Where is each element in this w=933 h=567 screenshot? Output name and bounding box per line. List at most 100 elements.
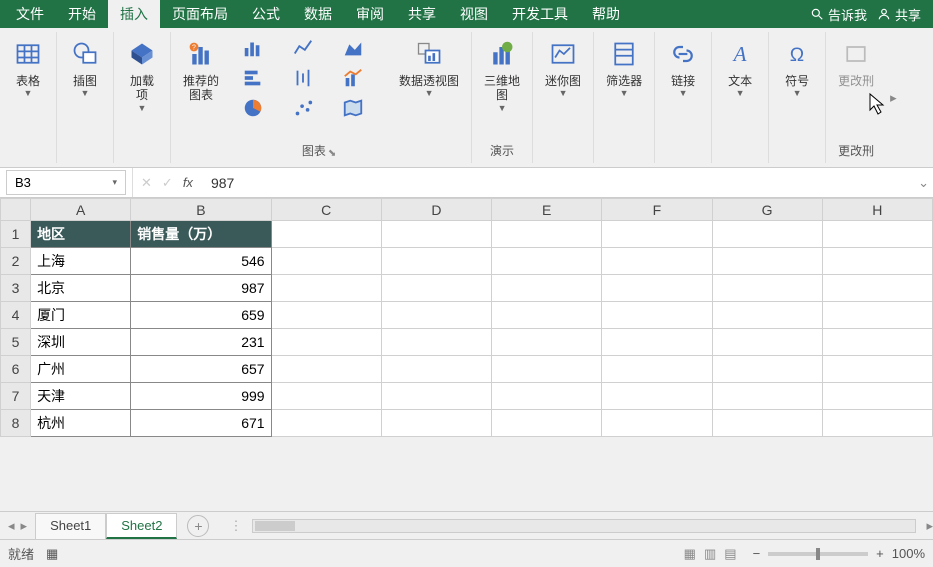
cell[interactable] <box>381 302 491 329</box>
cell[interactable] <box>712 410 822 437</box>
cell[interactable]: 659 <box>131 302 271 329</box>
cell[interactable]: 销售量（万） <box>131 221 271 248</box>
cancel-icon[interactable]: ✕ <box>141 175 152 191</box>
scatter-chart-button[interactable] <box>279 94 327 122</box>
tab-split-icon[interactable]: ⋮ <box>229 518 242 534</box>
illustrations-button[interactable]: 插图 ▼ <box>63 34 107 103</box>
cell[interactable] <box>381 248 491 275</box>
row-header[interactable]: 4 <box>1 302 31 329</box>
cell[interactable] <box>602 383 712 410</box>
menu-tab-5[interactable]: 数据 <box>292 0 344 28</box>
horizontal-scrollbar[interactable] <box>252 519 916 533</box>
col-header-G[interactable]: G <box>712 199 822 221</box>
cell[interactable]: 杭州 <box>31 410 131 437</box>
cell[interactable] <box>492 383 602 410</box>
cell[interactable] <box>712 329 822 356</box>
sheet-tab-Sheet2[interactable]: Sheet2 <box>106 513 177 539</box>
cell[interactable] <box>822 329 932 356</box>
zoom-slider[interactable] <box>768 552 868 556</box>
cell[interactable] <box>271 302 381 329</box>
tab-next-icon[interactable]: ▸ <box>21 518 28 534</box>
page-break-view-icon[interactable]: ▤ <box>724 546 736 562</box>
row-header[interactable]: 1 <box>1 221 31 248</box>
pie-chart-button[interactable] <box>229 94 277 122</box>
cell[interactable]: 987 <box>131 275 271 302</box>
cell[interactable] <box>271 221 381 248</box>
page-layout-view-icon[interactable]: ▥ <box>704 546 716 562</box>
cell[interactable] <box>271 275 381 302</box>
fx-icon[interactable]: fx <box>183 175 193 190</box>
cell[interactable] <box>381 329 491 356</box>
overflow-button[interactable]: 更改刑 <box>832 34 880 92</box>
cell[interactable] <box>271 383 381 410</box>
cell[interactable] <box>381 275 491 302</box>
menu-tab-7[interactable]: 共享 <box>396 0 448 28</box>
combo-chart-button[interactable] <box>329 64 377 92</box>
pivot-chart-button[interactable]: 数据透视图 ▼ <box>393 34 465 103</box>
cell[interactable] <box>271 248 381 275</box>
cell[interactable] <box>712 275 822 302</box>
cell[interactable]: 999 <box>131 383 271 410</box>
menu-tab-0[interactable]: 文件 <box>4 0 56 28</box>
recommended-charts-button[interactable]: ? 推荐的 图表 <box>177 34 225 107</box>
name-box[interactable]: B3 ▾ <box>6 170 126 195</box>
cell[interactable] <box>271 329 381 356</box>
cell[interactable]: 671 <box>131 410 271 437</box>
cell[interactable] <box>602 410 712 437</box>
cell[interactable] <box>492 275 602 302</box>
formula-input[interactable] <box>201 171 914 195</box>
cell[interactable] <box>822 410 932 437</box>
menu-tab-8[interactable]: 视图 <box>448 0 500 28</box>
cell[interactable] <box>712 383 822 410</box>
row-header[interactable]: 5 <box>1 329 31 356</box>
enter-icon[interactable]: ✓ <box>162 175 173 191</box>
cell[interactable] <box>712 302 822 329</box>
links-button[interactable]: 链接 ▼ <box>661 34 705 103</box>
cell[interactable] <box>492 248 602 275</box>
cell[interactable] <box>381 383 491 410</box>
cell[interactable] <box>492 302 602 329</box>
filters-button[interactable]: 筛选器 ▼ <box>600 34 648 103</box>
text-button[interactable]: A 文本 ▼ <box>718 34 762 103</box>
addins-button[interactable]: 加载 项 ▼ <box>120 34 164 118</box>
scroll-right-icon[interactable]: ▸ <box>926 518 933 534</box>
col-header-H[interactable]: H <box>822 199 932 221</box>
cell[interactable]: 天津 <box>31 383 131 410</box>
tell-me[interactable]: 告诉我 <box>810 5 867 24</box>
bar-chart-button[interactable] <box>229 34 277 62</box>
col-header-C[interactable]: C <box>271 199 381 221</box>
col-header-A[interactable]: A <box>31 199 131 221</box>
zoom-level[interactable]: 100% <box>892 546 925 561</box>
cell[interactable] <box>381 356 491 383</box>
row-header[interactable]: 2 <box>1 248 31 275</box>
cell[interactable]: 厦门 <box>31 302 131 329</box>
tables-button[interactable]: 表格 ▼ <box>6 34 50 103</box>
cell[interactable] <box>602 248 712 275</box>
menu-tab-9[interactable]: 开发工具 <box>500 0 580 28</box>
tab-prev-icon[interactable]: ◂ <box>8 518 15 534</box>
line-chart-button[interactable] <box>279 34 327 62</box>
sheet-tab-Sheet1[interactable]: Sheet1 <box>35 513 106 539</box>
cell[interactable] <box>492 410 602 437</box>
cell[interactable] <box>712 221 822 248</box>
cell[interactable] <box>602 356 712 383</box>
formula-expand-icon[interactable]: ⌄ <box>914 175 933 191</box>
row-header[interactable]: 6 <box>1 356 31 383</box>
3d-map-button[interactable]: 三维地 图 ▼ <box>478 34 526 118</box>
dialog-launcher-icon[interactable]: ⬊ <box>328 148 336 159</box>
cell[interactable] <box>602 275 712 302</box>
sparklines-button[interactable]: 迷你图 ▼ <box>539 34 587 103</box>
cell[interactable]: 深圳 <box>31 329 131 356</box>
add-sheet-button[interactable]: + <box>187 515 209 537</box>
cell[interactable] <box>822 275 932 302</box>
cell[interactable] <box>712 248 822 275</box>
cell[interactable] <box>822 356 932 383</box>
select-all-corner[interactable] <box>1 199 31 221</box>
row-header[interactable]: 3 <box>1 275 31 302</box>
cell[interactable]: 地区 <box>31 221 131 248</box>
cell[interactable] <box>602 329 712 356</box>
symbols-button[interactable]: Ω 符号 ▼ <box>775 34 819 103</box>
cell[interactable] <box>492 329 602 356</box>
macro-record-icon[interactable]: ▦ <box>46 546 58 562</box>
cell[interactable] <box>381 410 491 437</box>
